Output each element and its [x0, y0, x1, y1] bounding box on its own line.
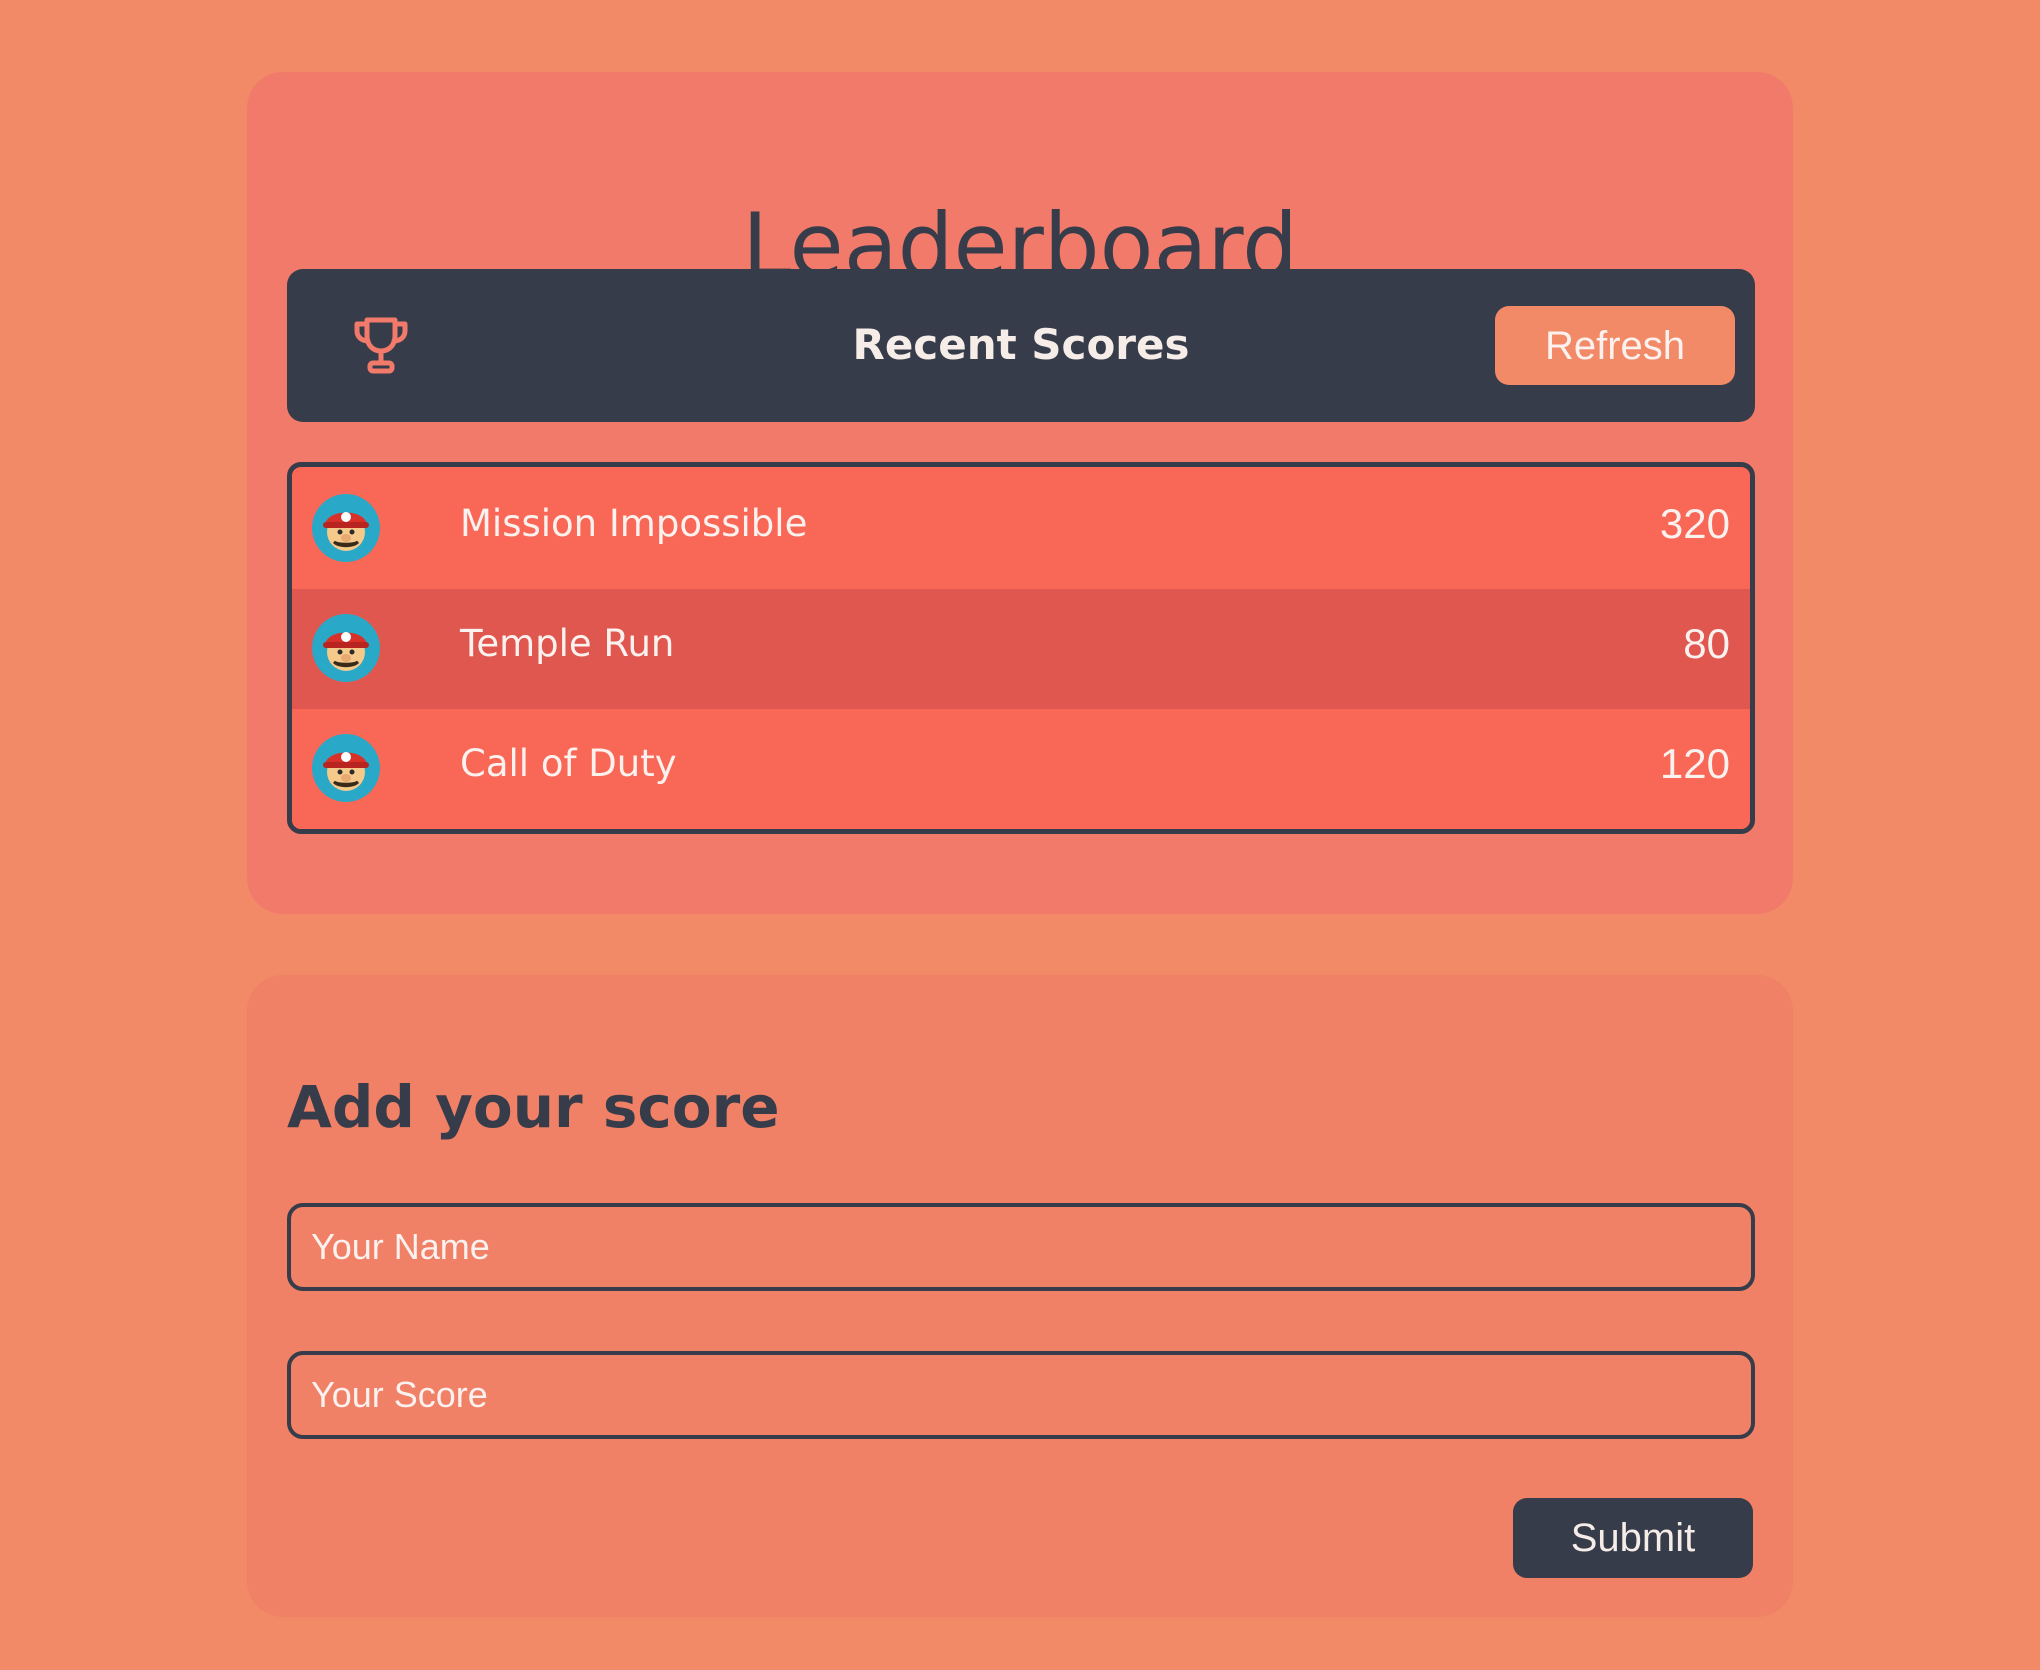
score-value: 80: [1683, 620, 1730, 667]
game-name: Temple Run: [460, 622, 675, 665]
form-title: Add your score: [287, 1073, 780, 1141]
score-row: Temple Run 80: [292, 589, 1750, 709]
mario-avatar-icon: [312, 614, 380, 682]
game-name: Mission Impossible: [460, 502, 808, 545]
mario-avatar-icon: [312, 494, 380, 562]
score-value: 320: [1659, 500, 1730, 547]
score-row: Mission Impossible 320: [292, 469, 1750, 589]
leaderboard-card: Leaderboard Recent Scores Refresh Missio…: [247, 72, 1793, 914]
trophy-icon: [349, 314, 413, 378]
score-list: Mission Impossible 320 Temple Run 80 Cal…: [287, 462, 1755, 834]
score-row: Call of Duty 120: [292, 709, 1750, 829]
name-input[interactable]: [287, 1203, 1755, 1291]
add-score-card: Add your score Submit: [247, 975, 1793, 1617]
scores-header: Recent Scores Refresh: [287, 269, 1755, 422]
mario-avatar-icon: [312, 734, 380, 802]
game-name: Call of Duty: [460, 742, 677, 785]
submit-button[interactable]: Submit: [1513, 1498, 1753, 1578]
score-input[interactable]: [287, 1351, 1755, 1439]
score-value: 120: [1659, 740, 1730, 787]
refresh-button[interactable]: Refresh: [1495, 306, 1735, 385]
